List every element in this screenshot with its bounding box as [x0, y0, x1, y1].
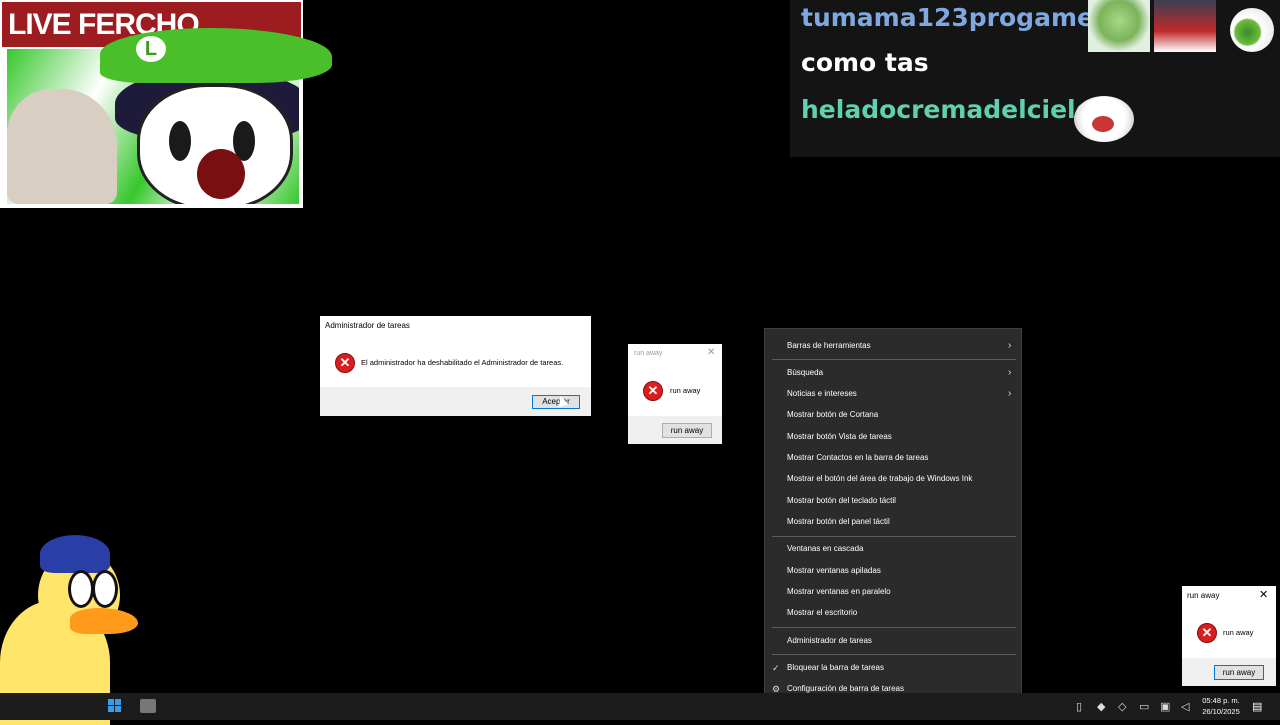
- checkmark-icon: ✓: [772, 663, 780, 673]
- character-mouth: [197, 149, 245, 199]
- chevron-right-icon: ›: [1008, 367, 1012, 378]
- chevron-right-icon: ›: [1008, 388, 1012, 399]
- chevron-right-icon: ›: [1008, 340, 1012, 351]
- error-icon: ✕: [335, 353, 355, 373]
- display-icon[interactable]: ▭: [1139, 700, 1149, 713]
- volume-icon[interactable]: ◁: [1181, 700, 1189, 713]
- usb-icon[interactable]: ▯: [1076, 700, 1082, 713]
- duck-eye-right: [92, 570, 118, 608]
- windows-start-icon[interactable]: [108, 699, 122, 713]
- taskbar: ▯ ◆ ◇ ▭ ▣ ◁ 05:48 p. m. 26/10/2025 ▤: [0, 693, 1280, 720]
- close-icon[interactable]: ✕: [1259, 588, 1268, 601]
- chat-emote-boo: [1074, 96, 1134, 142]
- taskbar-app-icon[interactable]: [140, 699, 156, 713]
- chat-emote-alien: [1088, 0, 1150, 52]
- menu-item-contacts[interactable]: Mostrar Contactos en la barra de tareas: [765, 448, 1023, 468]
- dialog-title: run away: [634, 350, 663, 357]
- chat-message-1-user: tumama123progamer:: [801, 3, 1116, 32]
- menu-item-cascade[interactable]: Ventanas en cascada: [765, 539, 1023, 559]
- notification-center-icon[interactable]: ▤: [1252, 700, 1262, 713]
- app-tray-icon[interactable]: ◇: [1118, 700, 1126, 713]
- run-away-dialog-1: run away ✕ ✕ run away run away: [628, 344, 722, 444]
- taskbar-clock[interactable]: 05:48 p. m. 26/10/2025: [1196, 695, 1246, 717]
- menu-item-toolbars[interactable]: Barras de herramientas ›: [765, 336, 1023, 356]
- chat-emote-round: [1230, 8, 1274, 52]
- dialog-title: Administrador de tareas: [325, 321, 410, 330]
- close-icon[interactable]: ✕: [707, 347, 715, 358]
- chat-overlay: tumama123progamer: como tas heladocremad…: [790, 0, 1280, 157]
- error-icon: ✕: [643, 381, 663, 401]
- dialog-footer: run away: [1182, 658, 1276, 686]
- duck-character: [0, 530, 140, 725]
- menu-item-windows-ink[interactable]: Mostrar el botón del área de trabajo de …: [765, 469, 1023, 489]
- run-away-dialog-2: run away ✕ ✕ run away run away: [1182, 586, 1276, 686]
- error-icon: ✕: [1197, 623, 1217, 643]
- menu-item-side-by-side[interactable]: Mostrar ventanas en paralelo: [765, 582, 1023, 602]
- menu-item-news[interactable]: Noticias e intereses ›: [765, 384, 1023, 404]
- clock-time: 05:48 p. m.: [1202, 696, 1240, 705]
- menu-item-stacked[interactable]: Mostrar ventanas apiladas: [765, 561, 1023, 581]
- chat-message-1-text: como tas: [801, 48, 929, 77]
- cap-badge: L: [136, 36, 166, 62]
- clock-date: 26/10/2025: [1202, 707, 1240, 716]
- taskbar-context-menu: Barras de herramientas › Búsqueda › Notici…: [764, 328, 1022, 705]
- menu-separator: [772, 359, 1016, 360]
- menu-item-touchpad[interactable]: Mostrar botón del panel táctil: [765, 512, 1023, 532]
- chat-emote-car: [1154, 0, 1216, 52]
- dialog-message: El administrador ha deshabilitado el Adm…: [361, 358, 564, 367]
- llama-figure: [7, 89, 117, 204]
- dialog-message: run away: [670, 386, 701, 395]
- menu-item-lock-taskbar[interactable]: ✓ Bloquear la barra de tareas: [765, 658, 1023, 678]
- network-icon[interactable]: ▣: [1160, 700, 1170, 713]
- duck-beak: [70, 608, 138, 634]
- run-away-button[interactable]: run away: [1214, 665, 1264, 680]
- duck-cap: [40, 535, 110, 573]
- run-away-button[interactable]: run away: [662, 423, 712, 438]
- duck-eye-left: [68, 570, 94, 608]
- menu-item-search[interactable]: Búsqueda ›: [765, 363, 1023, 383]
- menu-item-show-desktop[interactable]: Mostrar el escritorio: [765, 603, 1023, 623]
- dialog-footer: Aceptar: [320, 387, 591, 416]
- menu-item-touch-keyboard[interactable]: Mostrar botón del teclado táctil: [765, 491, 1023, 511]
- menu-separator: [772, 627, 1016, 628]
- chat-message-2-user: heladocremadelcielo:: [801, 95, 1103, 124]
- dialog-title: run away: [1187, 591, 1220, 600]
- green-cap: [100, 28, 332, 83]
- dialog-message: run away: [1223, 628, 1254, 637]
- menu-item-cortana[interactable]: Mostrar botón de Cortana: [765, 405, 1023, 425]
- character-eye-left: [169, 121, 191, 161]
- menu-item-task-manager[interactable]: Administrador de tareas: [765, 631, 1023, 651]
- menu-separator: [772, 654, 1016, 655]
- dialog-footer: run away: [628, 416, 722, 444]
- menu-item-task-view[interactable]: Mostrar botón Vista de tareas: [765, 427, 1023, 447]
- menu-separator: [772, 536, 1016, 537]
- task-manager-dialog: Administrador de tareas ✕ El administrad…: [320, 316, 591, 416]
- security-icon[interactable]: ◆: [1097, 700, 1105, 713]
